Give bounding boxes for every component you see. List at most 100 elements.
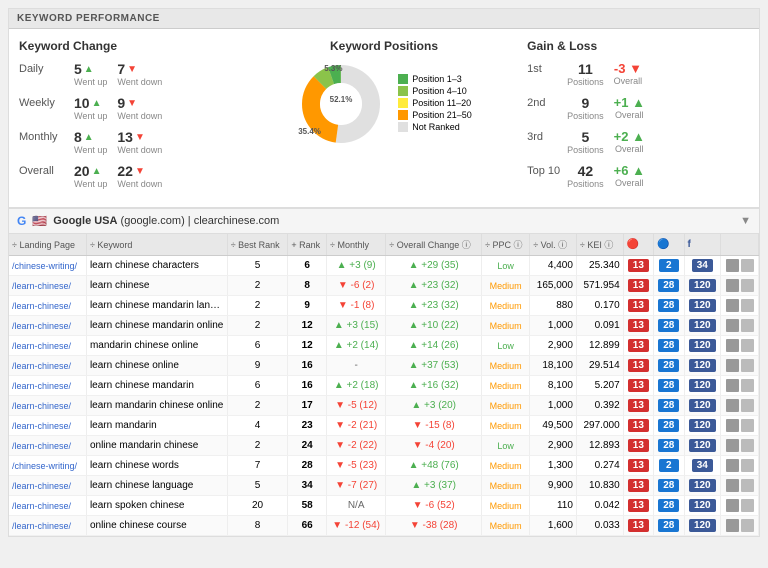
th-keyword[interactable]: ÷ Keyword — [86, 234, 227, 256]
gl-positions-item: 5 Positions — [567, 129, 604, 155]
td-icons[interactable] — [721, 336, 759, 356]
table-icon[interactable] — [741, 499, 754, 512]
th-blue[interactable]: 🔵 — [654, 234, 684, 256]
th-kei[interactable]: ÷ KEI ⓘ — [576, 234, 623, 256]
kc-up-sub: Went up — [74, 111, 107, 121]
kc-down-sub: Went down — [117, 111, 162, 121]
td-vol: 18,100 — [530, 356, 577, 376]
th-rank[interactable]: + Rank — [288, 234, 327, 256]
table-icon[interactable] — [741, 319, 754, 332]
td-icons[interactable] — [721, 376, 759, 396]
table-icon[interactable] — [741, 519, 754, 532]
kc-up-sub: Went up — [74, 77, 107, 87]
gl-overall-sub: Overall — [614, 110, 645, 120]
td-monthly: ▼ -1 (8) — [327, 296, 386, 316]
table-icon[interactable] — [741, 279, 754, 292]
td-icons[interactable] — [721, 296, 759, 316]
gl-overall-num: +1 ▲ — [614, 95, 645, 110]
td-icons[interactable] — [721, 436, 759, 456]
chart-icon[interactable] — [726, 439, 739, 452]
kc-down-item: 22 ▼ Went down — [117, 163, 162, 189]
td-rank: 17 — [288, 396, 327, 416]
domain-text: google.com — [124, 215, 181, 227]
td-landing: /learn-chinese/ — [9, 336, 86, 356]
td-monthly: ▼ -2 (21) — [327, 416, 386, 436]
td-ppc: Low — [482, 436, 530, 456]
td-icons[interactable] — [721, 456, 759, 476]
td-blue-badge: 28 — [654, 356, 684, 376]
keyword-change-panel: Keyword Change Daily 5 ▲ Went up 7 ▼ Wen… — [19, 39, 241, 197]
kc-up-num: 5 ▲ — [74, 61, 107, 77]
td-overall: ▼ -38 (28) — [386, 516, 482, 536]
table-icon[interactable] — [741, 399, 754, 412]
th-overall[interactable]: ÷ Overall Change ⓘ — [386, 234, 482, 256]
td-kei: 29.514 — [576, 356, 623, 376]
table-row: /learn-chinese/ learn mandarin chinese o… — [9, 396, 759, 416]
chart-icon[interactable] — [726, 479, 739, 492]
td-fb-badge: 34 — [684, 256, 720, 276]
td-icons[interactable] — [721, 516, 759, 536]
td-rank: 16 — [288, 376, 327, 396]
chart-icon[interactable] — [726, 399, 739, 412]
td-best-rank: 7 — [227, 456, 288, 476]
chart-icon[interactable] — [726, 299, 739, 312]
chart-icon[interactable] — [726, 419, 739, 432]
chart-icon[interactable] — [726, 259, 739, 272]
td-keyword: learn chinese mandarin — [86, 376, 227, 396]
th-best[interactable]: ÷ Best Rank — [227, 234, 288, 256]
td-vol: 1,000 — [530, 316, 577, 336]
td-kei: 0.170 — [576, 296, 623, 316]
td-kei: 10.830 — [576, 476, 623, 496]
td-icons[interactable] — [721, 316, 759, 336]
table-row: /learn-chinese/ learn chinese language 5… — [9, 476, 759, 496]
table-icon[interactable] — [741, 439, 754, 452]
table-icon[interactable] — [741, 359, 754, 372]
td-icons[interactable] — [721, 276, 759, 296]
td-rank: 8 — [288, 276, 327, 296]
td-landing: /chinese-writing/ — [9, 256, 86, 276]
chart-icon[interactable] — [726, 519, 739, 532]
th-ppc[interactable]: ÷ PPC ⓘ — [482, 234, 530, 256]
chart-icon[interactable] — [726, 359, 739, 372]
th-icons[interactable] — [721, 234, 759, 256]
th-vol[interactable]: ÷ Vol. ⓘ — [530, 234, 577, 256]
chart-icon[interactable] — [726, 339, 739, 352]
td-fb-badge: 120 — [684, 476, 720, 496]
td-blue-badge: 2 — [654, 456, 684, 476]
chart-icon[interactable] — [726, 279, 739, 292]
table-icon[interactable] — [741, 339, 754, 352]
table-icon[interactable] — [741, 259, 754, 272]
kc-up-num: 8 ▲ — [74, 129, 107, 145]
chart-icon[interactable] — [726, 459, 739, 472]
table-icon[interactable] — [741, 419, 754, 432]
td-icons[interactable] — [721, 496, 759, 516]
td-icons[interactable] — [721, 256, 759, 276]
td-fb-badge: 120 — [684, 376, 720, 396]
chart-icon[interactable] — [726, 379, 739, 392]
filter-icon[interactable]: ▼ — [740, 215, 751, 227]
th-landing[interactable]: ÷ Landing Page — [9, 234, 86, 256]
gl-positions-sub: Positions — [567, 111, 604, 121]
th-fb[interactable]: f — [684, 234, 720, 256]
td-vol: 880 — [530, 296, 577, 316]
chart-icon[interactable] — [726, 499, 739, 512]
td-icons[interactable] — [721, 476, 759, 496]
arrow-up-icon: ▲ — [92, 166, 102, 177]
table-icon[interactable] — [741, 379, 754, 392]
td-icons[interactable] — [721, 416, 759, 436]
table-icon[interactable] — [741, 459, 754, 472]
td-icons[interactable] — [721, 356, 759, 376]
td-icons[interactable] — [721, 396, 759, 416]
table-icon[interactable] — [741, 479, 754, 492]
gl-overall-item: +6 ▲ Overall — [614, 163, 645, 189]
table-row: /learn-chinese/ mandarin chinese online … — [9, 336, 759, 356]
legend-label: Not Ranked — [412, 122, 460, 132]
table-icon[interactable] — [741, 299, 754, 312]
chart-icon[interactable] — [726, 319, 739, 332]
kc-up-item: 10 ▲ Went up — [74, 95, 107, 121]
th-red[interactable]: 🔴 — [623, 234, 653, 256]
gl-positions-item: 9 Positions — [567, 95, 604, 121]
th-monthly[interactable]: ÷ Monthly — [327, 234, 386, 256]
provider-name: Google USA (google.com) | clearchinese.c… — [53, 215, 279, 227]
td-rank: 34 — [288, 476, 327, 496]
